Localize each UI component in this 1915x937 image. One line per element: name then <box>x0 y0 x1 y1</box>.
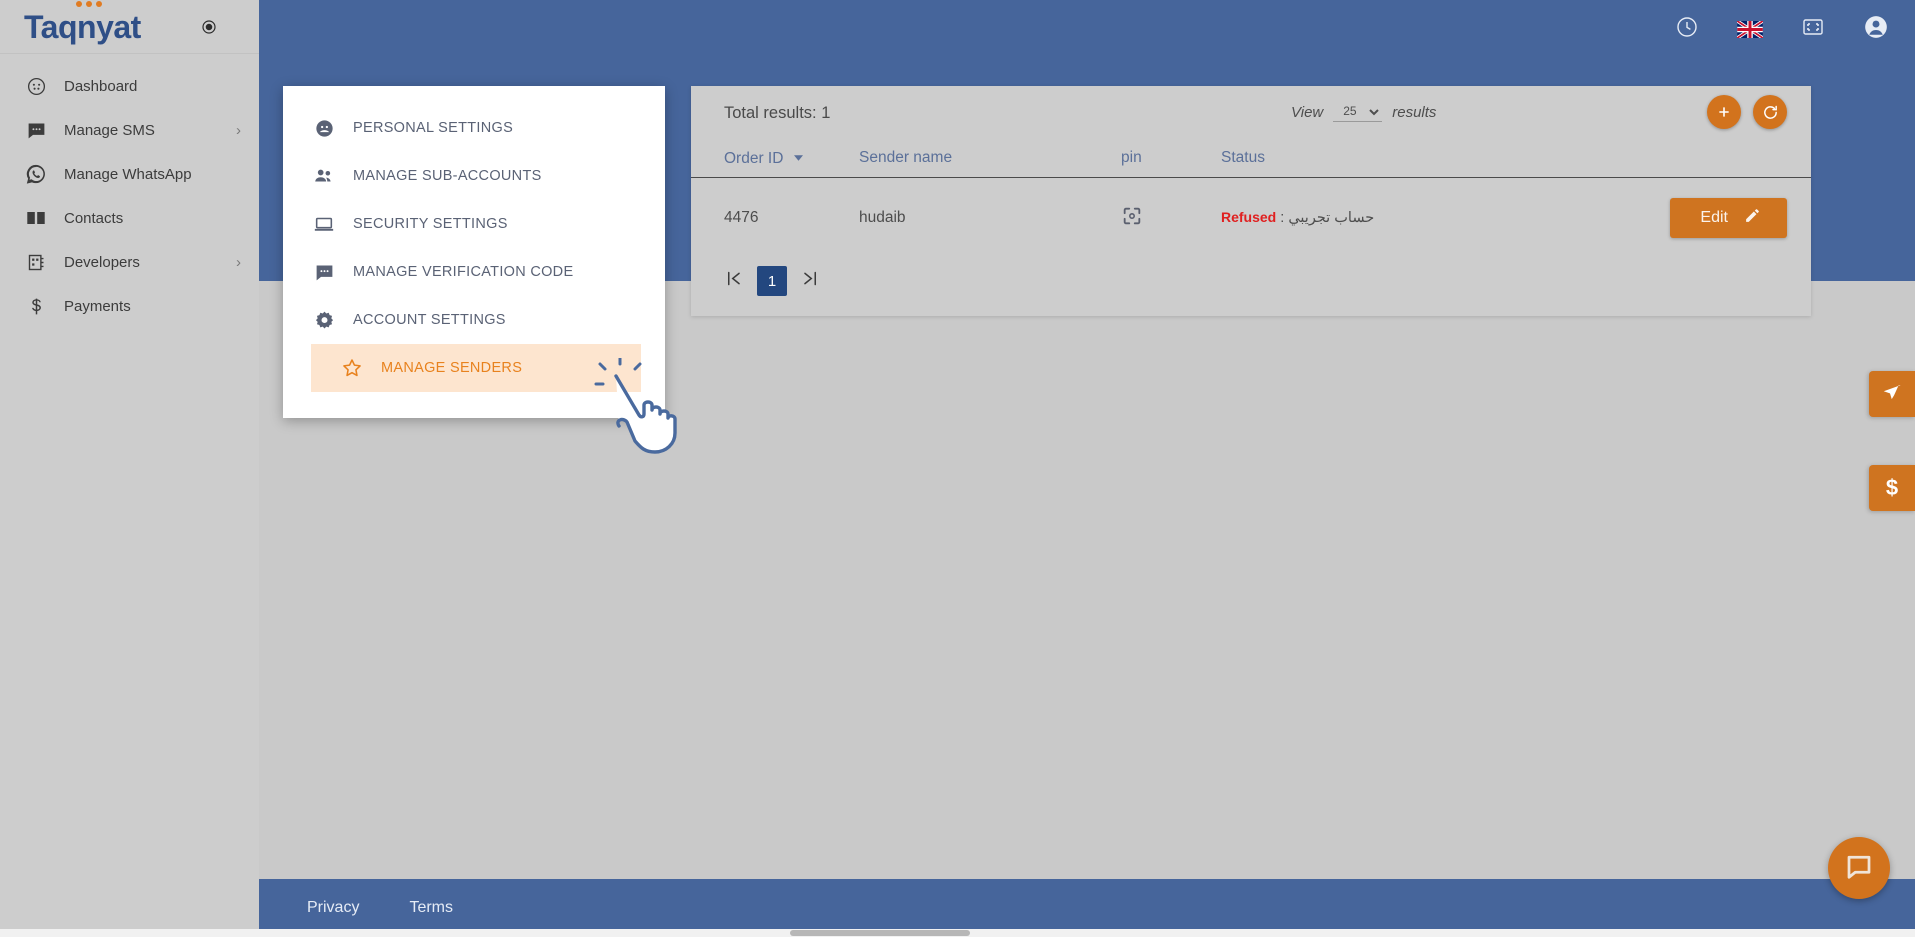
refresh-button[interactable] <box>1753 95 1787 129</box>
developers-icon <box>22 250 50 274</box>
column-label: Order ID <box>724 150 784 167</box>
panel-item-label: MANAGE SUB-ACCOUNTS <box>353 168 542 184</box>
send-tab[interactable] <box>1869 371 1915 417</box>
app-root: Taqnyat Dashboard Manage SMS › Manage Wh… <box>0 0 1915 937</box>
panel-item-label: PERSONAL SETTINGS <box>353 120 514 136</box>
sidebar-nav: Dashboard Manage SMS › Manage WhatsApp C… <box>0 54 259 328</box>
people-icon <box>311 165 337 187</box>
panel-item-security-settings[interactable]: SECURITY SETTINGS <box>283 200 665 248</box>
whatsapp-icon <box>22 162 50 186</box>
sidebar-item-label: Manage SMS <box>64 121 155 139</box>
panel-item-label: ACCOUNT SETTINGS <box>353 312 506 328</box>
sidebar-item-label: Manage WhatsApp <box>64 165 192 183</box>
chevron-right-icon: › <box>236 121 241 139</box>
cell-order-id: 4476 <box>724 209 759 226</box>
view-prefix-label: View <box>1291 103 1324 121</box>
sidebar-item-label: Dashboard <box>64 77 138 95</box>
status-separator: : <box>1276 210 1289 226</box>
sidebar-item-label: Developers <box>64 253 140 271</box>
paper-plane-icon <box>1881 381 1903 408</box>
settings-dropdown-panel: PERSONAL SETTINGS MANAGE SUB-ACCOUNTS SE… <box>283 86 665 418</box>
status-badge: Refused <box>1221 209 1277 225</box>
cell-status: Refused : حساب تجريبي <box>1221 178 1641 261</box>
account-icon[interactable] <box>1863 14 1889 45</box>
fullscreen-icon[interactable] <box>1801 15 1825 44</box>
panel-item-label: MANAGE SENDERS <box>381 360 523 376</box>
pin-toggle-icon[interactable] <box>201 19 217 35</box>
cell-actions: Edit <box>1641 178 1811 261</box>
add-sender-button[interactable] <box>1707 95 1741 129</box>
horizontal-scrollbar-thumb[interactable] <box>790 930 970 936</box>
sms-icon <box>22 118 50 142</box>
pencil-icon <box>1744 207 1761 229</box>
senders-table: Order ID Sender name pin Status 4476 hud… <box>691 148 1811 260</box>
view-count-select[interactable]: 251050100 <box>1333 102 1383 122</box>
sidebar-item-manage-whatsapp[interactable]: Manage WhatsApp <box>0 152 259 196</box>
card-action-buttons <box>1707 95 1787 129</box>
pagination: 1 <box>691 260 1811 296</box>
column-header-sender-name[interactable]: Sender name <box>859 148 1121 178</box>
edit-button[interactable]: Edit <box>1670 198 1787 238</box>
person-circle-icon <box>311 118 337 139</box>
footer-link-terms[interactable]: Terms <box>409 899 453 917</box>
sidebar: Taqnyat Dashboard Manage SMS › Manage Wh… <box>0 0 259 937</box>
payments-icon <box>22 294 50 318</box>
total-results-label: Total results: 1 <box>724 104 831 122</box>
view-results-control: View 251050100 results <box>1291 102 1436 122</box>
first-page-icon[interactable] <box>724 269 743 293</box>
payments-tab[interactable]: $ <box>1869 465 1915 511</box>
brand-row: Taqnyat <box>0 0 259 54</box>
dollar-icon: $ <box>1885 475 1899 500</box>
chat-dots-icon <box>311 262 337 283</box>
footer-link-privacy[interactable]: Privacy <box>307 899 359 917</box>
star-icon <box>339 357 365 379</box>
chevron-right-icon: › <box>236 253 241 271</box>
panel-item-personal-settings[interactable]: PERSONAL SETTINGS <box>283 104 665 152</box>
sidebar-item-payments[interactable]: Payments <box>0 284 259 328</box>
table-header-row: Order ID Sender name pin Status <box>691 148 1811 178</box>
sort-caret-down-icon[interactable] <box>793 148 803 166</box>
brand-name: Taqnyat <box>24 8 141 45</box>
table-head: Order ID Sender name pin Status <box>691 148 1811 178</box>
column-header-pin[interactable]: pin <box>1121 148 1221 178</box>
column-header-order-id[interactable]: Order ID <box>691 148 859 178</box>
header-icon-group <box>1675 14 1889 45</box>
page-number-1[interactable]: 1 <box>757 266 787 296</box>
uk-flag-icon[interactable] <box>1736 19 1764 40</box>
sidebar-item-developers[interactable]: Developers › <box>0 240 259 284</box>
sidebar-item-label: Payments <box>64 297 131 315</box>
brand-logo[interactable]: Taqnyat <box>24 0 141 45</box>
senders-card: Total results: 1 View 251050100 results <box>691 86 1811 316</box>
edit-button-label: Edit <box>1700 209 1728 226</box>
cell-pin <box>1121 178 1221 261</box>
panel-item-account-settings[interactable]: ACCOUNT SETTINGS <box>283 296 665 344</box>
clock-icon[interactable] <box>1675 15 1699 44</box>
column-header-status[interactable]: Status <box>1221 148 1641 178</box>
status-detail: حساب تجريبي <box>1288 210 1375 226</box>
sidebar-item-manage-sms[interactable]: Manage SMS › <box>0 108 259 152</box>
scan-focus-icon[interactable] <box>1121 205 1143 232</box>
card-toolbar: Total results: 1 View 251050100 results <box>691 86 1811 148</box>
chat-bubble-icon <box>1844 851 1874 886</box>
sidebar-item-dashboard[interactable]: Dashboard <box>0 64 259 108</box>
sidebar-item-contacts[interactable]: Contacts <box>0 196 259 240</box>
column-header-actions <box>1641 148 1811 178</box>
sidebar-item-label: Contacts <box>64 209 124 227</box>
cell-sender-name: hudaib <box>859 209 906 226</box>
dashboard-icon <box>22 74 50 98</box>
contacts-icon <box>22 206 50 230</box>
view-suffix-label: results <box>1392 103 1437 121</box>
panel-item-manage-sub-accounts[interactable]: MANAGE SUB-ACCOUNTS <box>283 152 665 200</box>
brand-dots-icon <box>76 0 102 7</box>
table-row[interactable]: 4476 hudaib Refused : حساب تجريبي Edit <box>691 178 1811 261</box>
gear-icon <box>311 310 337 331</box>
panel-item-label: SECURITY SETTINGS <box>353 216 508 232</box>
laptop-icon <box>311 213 337 235</box>
panel-item-label: MANAGE VERIFICATION CODE <box>353 264 574 280</box>
chat-support-button[interactable] <box>1828 837 1890 899</box>
last-page-icon[interactable] <box>801 269 820 293</box>
table-body: 4476 hudaib Refused : حساب تجريبي Edit <box>691 178 1811 261</box>
panel-item-manage-senders[interactable]: MANAGE SENDERS <box>311 344 641 392</box>
panel-item-manage-verification-code[interactable]: MANAGE VERIFICATION CODE <box>283 248 665 296</box>
